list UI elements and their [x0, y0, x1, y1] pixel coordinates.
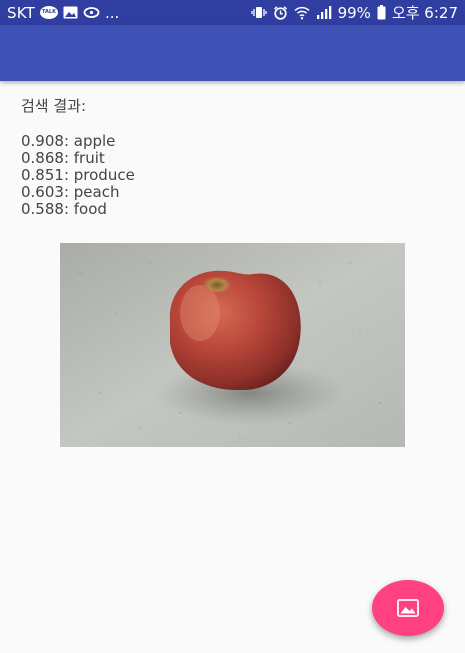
result-item: 0.851: produce — [21, 166, 135, 184]
image-icon — [397, 599, 419, 617]
image-icon — [63, 6, 78, 19]
alarm-icon — [273, 5, 288, 20]
status-left: SKT TALK ... — [7, 4, 119, 22]
result-item: 0.908: apple — [21, 132, 116, 150]
carrier-label: SKT — [7, 3, 35, 22]
status-bar: SKT TALK ... 99% 오후 6:27 — [0, 0, 465, 25]
kakaotalk-icon: TALK — [39, 6, 58, 19]
result-item: 0.603: peach — [21, 183, 120, 201]
sync-icon — [83, 6, 100, 19]
pick-image-button[interactable] — [372, 580, 444, 636]
result-item: 0.868: fruit — [21, 149, 105, 167]
result-item: 0.588: food — [21, 200, 107, 218]
more-notifications: ... — [104, 3, 120, 22]
signal-icon — [316, 6, 332, 19]
battery-percent: 99% — [337, 3, 371, 22]
app-bar — [0, 25, 465, 81]
status-right: 99% 오후 6:27 — [250, 2, 458, 23]
battery-icon — [377, 5, 386, 20]
results-title: 검색 결과: — [21, 97, 87, 115]
apple-photo — [60, 243, 405, 447]
vibrate-icon — [250, 6, 267, 19]
search-results: 검색 결과: 0.908: apple 0.868: fruit 0.851: … — [21, 98, 135, 218]
clock: 오후 6:27 — [391, 4, 458, 22]
wifi-icon — [294, 6, 310, 20]
